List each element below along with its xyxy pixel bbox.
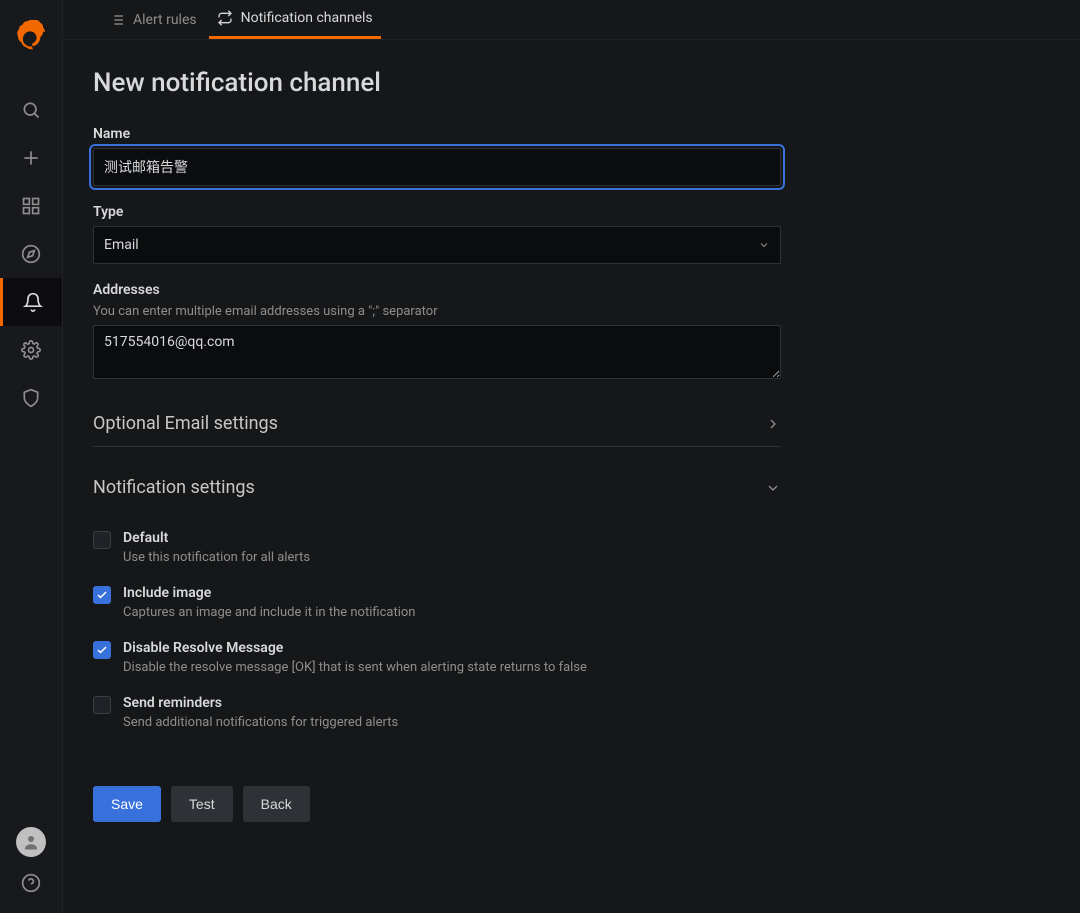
checkbox-default-desc: Use this notification for all alerts	[123, 550, 310, 565]
dashboards-icon[interactable]	[0, 182, 62, 230]
content-area: Alert rules Notification channels New no…	[62, 0, 1080, 913]
alerting-icon[interactable]	[0, 278, 62, 326]
checkbox-send-reminders[interactable]	[93, 696, 111, 714]
configuration-icon[interactable]	[0, 326, 62, 374]
checkbox-send-reminders-label: Send reminders	[123, 695, 398, 711]
section-notification-settings[interactable]: Notification settings	[93, 465, 781, 510]
type-value: Email	[104, 237, 139, 253]
type-select[interactable]: Email	[93, 226, 781, 264]
name-label: Name	[93, 126, 873, 142]
sidebar	[0, 0, 62, 913]
list-icon	[109, 12, 125, 28]
checkbox-disable-resolve[interactable]	[93, 641, 111, 659]
explore-icon[interactable]	[0, 230, 62, 278]
search-icon[interactable]	[0, 86, 62, 134]
checkbox-include-image[interactable]	[93, 586, 111, 604]
help-icon[interactable]	[0, 863, 62, 903]
type-label: Type	[93, 204, 873, 220]
plus-icon[interactable]	[0, 134, 62, 182]
test-button[interactable]: Test	[171, 786, 233, 822]
checkbox-send-reminders-desc: Send additional notifications for trigge…	[123, 715, 398, 730]
addresses-label: Addresses	[93, 282, 873, 298]
chevron-down-icon	[765, 480, 781, 496]
name-input[interactable]	[93, 148, 781, 186]
channels-icon	[217, 10, 233, 26]
checkbox-include-image-label: Include image	[123, 585, 415, 601]
tab-label: Notification channels	[241, 10, 373, 26]
section-title: Optional Email settings	[93, 413, 278, 434]
avatar[interactable]	[16, 827, 46, 857]
addresses-sub: You can enter multiple email addresses u…	[93, 304, 873, 319]
checkbox-disable-resolve-label: Disable Resolve Message	[123, 640, 587, 656]
tab-alert-rules[interactable]: Alert rules	[101, 0, 205, 39]
checkbox-disable-resolve-desc: Disable the resolve message [OK] that is…	[123, 660, 587, 675]
checkbox-default-label: Default	[123, 530, 310, 546]
checkbox-default[interactable]	[93, 531, 111, 549]
checkbox-include-image-desc: Captures an image and include it in the …	[123, 605, 415, 620]
save-button[interactable]: Save	[93, 786, 161, 822]
tab-notification-channels[interactable]: Notification channels	[209, 0, 381, 39]
shield-icon[interactable]	[0, 374, 62, 422]
back-button[interactable]: Back	[243, 786, 310, 822]
tabbar: Alert rules Notification channels	[63, 0, 1080, 40]
section-optional-email[interactable]: Optional Email settings	[93, 401, 781, 447]
tab-label: Alert rules	[133, 12, 197, 28]
addresses-textarea[interactable]	[93, 325, 781, 379]
page-title: New notification channel	[93, 68, 873, 98]
grafana-logo-icon[interactable]	[11, 16, 51, 56]
chevron-right-icon	[765, 416, 781, 432]
section-title: Notification settings	[93, 477, 255, 498]
chevron-down-icon	[758, 239, 770, 251]
